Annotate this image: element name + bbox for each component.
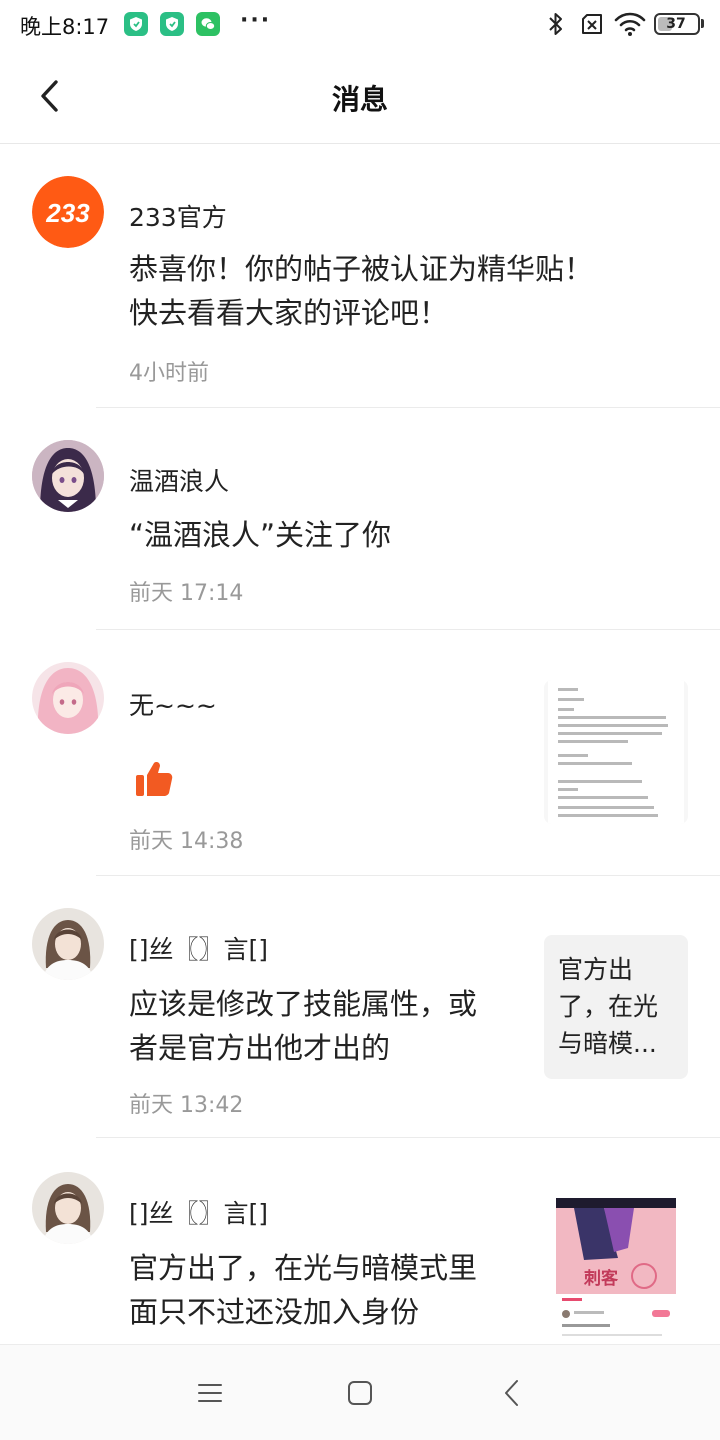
battery-icon: 37	[654, 13, 700, 35]
avatar-user[interactable]	[32, 908, 104, 980]
sender-name[interactable]: 温酒浪人	[129, 462, 229, 498]
message-time: 前天 14:38	[129, 829, 244, 854]
status-time: 晚上8:17	[20, 15, 110, 39]
status-overflow-dots: ···	[240, 8, 272, 33]
shield-icon	[124, 12, 148, 36]
message-text: 恭喜你！你的帖子被认证为精华贴！ 快去看看大家的评论吧！	[129, 252, 594, 330]
wechat-icon	[196, 12, 220, 36]
message-time: 前天 17:14	[129, 581, 244, 606]
sender-name[interactable]: 233官方	[129, 198, 227, 234]
message-text: “温酒浪人”关注了你	[129, 518, 392, 552]
system-nav-bar	[0, 1344, 720, 1440]
sender-name[interactable]: 无~~~	[129, 686, 217, 722]
document-thumbnail[interactable]	[544, 680, 688, 824]
system-back-button[interactable]	[491, 1373, 531, 1413]
quoted-comment-preview[interactable]: 官方出了，在光与暗模...	[544, 935, 688, 1079]
menu-icon	[198, 1384, 222, 1402]
battery-level: 37	[666, 16, 686, 32]
message-time: 前天 13:42	[129, 1093, 244, 1118]
home-square-icon	[348, 1381, 372, 1405]
sender-name[interactable]: []丝〖〗言[]	[129, 930, 268, 966]
page-title: 消息	[331, 83, 388, 116]
message-item[interactable]: []丝〖〗言[] 官方出了，在光与暗模式里 面只不过还没加入身份 刺客	[0, 1138, 720, 1344]
app-header: 消息	[0, 50, 720, 144]
avatar-user[interactable]	[32, 662, 104, 734]
back-triangle-icon	[505, 1380, 518, 1406]
avatar-user[interactable]	[32, 1172, 104, 1244]
message-text: 应该是修改了技能属性，或 者是官方出他才出的	[129, 987, 478, 1065]
menu-button[interactable]	[190, 1373, 230, 1413]
thumbnail-caption: 刺客	[584, 1268, 619, 1288]
battery-cap	[701, 19, 704, 28]
thumbs-up-icon	[136, 762, 173, 796]
status-bar: 晚上8:17 ··· 37	[0, 0, 720, 50]
message-item[interactable]: 温酒浪人 “温酒浪人”关注了你 前天 17:14	[0, 408, 720, 630]
bluetooth-icon	[549, 13, 562, 35]
wifi-icon	[614, 12, 646, 36]
avatar-233-official[interactable]: 233	[32, 176, 104, 248]
message-item[interactable]: 无~~~ 前天 14:38	[0, 630, 720, 876]
message-item[interactable]: 233 233官方 恭喜你！你的帖子被认证为精华贴！ 快去看看大家的评论吧！ 4…	[0, 144, 720, 409]
message-text: 官方出了，在光与暗模式里 面只不过还没加入身份	[129, 1251, 478, 1329]
sim-off-icon	[582, 14, 602, 34]
shield-icon	[160, 12, 184, 36]
avatar-user[interactable]	[32, 440, 104, 512]
image-thumbnail[interactable]: 刺客	[544, 1198, 688, 1342]
avatar-233-label: 233	[45, 198, 90, 228]
home-button[interactable]	[340, 1373, 380, 1413]
message-item[interactable]: []丝〖〗言[] 应该是修改了技能属性，或 者是官方出他才出的 前天 13:42…	[0, 876, 720, 1138]
message-time: 4小时前	[129, 361, 209, 386]
sender-name[interactable]: []丝〖〗言[]	[129, 1194, 268, 1230]
